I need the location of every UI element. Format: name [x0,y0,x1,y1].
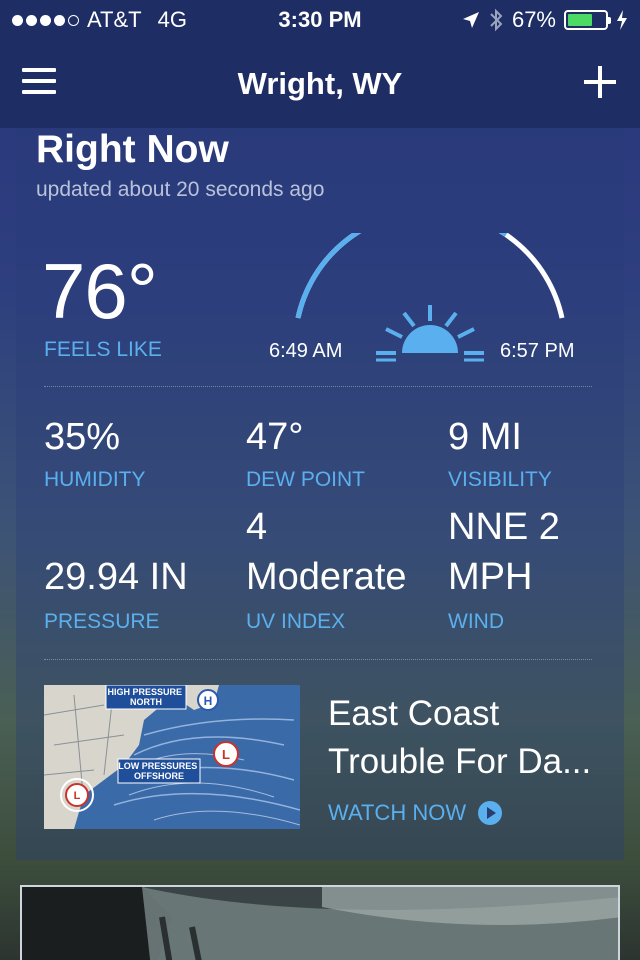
wind-label: WIND [448,610,504,633]
uv-index-label: UV INDEX [246,610,346,633]
divider [44,659,592,660]
play-circle-icon [478,801,503,825]
card-title: Right Now [36,128,229,171]
signal-strength-icon [12,14,79,26]
watch-now-button[interactable]: WATCH NOW [328,800,503,826]
pressure-label: PRESSURE [44,610,160,633]
carrier-name: AT&T [87,7,142,32]
divider [44,386,592,387]
visibility-value: 9 MI [448,416,522,458]
updated-text: updated about 20 seconds ago [36,178,325,201]
location-arrow-icon [462,12,479,28]
map-high-symbol: H [204,694,213,708]
uv-index-level: Moderate [246,556,407,598]
feels-like-label: FEELS LIKE [44,338,162,361]
pressure-value: 29.94 IN [44,556,188,598]
temperature-value: 76° [42,247,158,335]
bluetooth-icon [490,8,503,32]
map-low-symbol: L [222,747,230,762]
battery-percent: 67% [511,7,556,32]
nav-bar: Wright, WY [0,40,640,128]
sunset-time: 6:57 PM [500,340,575,362]
storm-photo [22,887,618,960]
humidity-value: 35% [44,416,121,458]
wind-direction-speed: NNE 2 [448,506,560,548]
hamburger-menu-icon[interactable] [22,68,56,96]
visibility-label: VISIBILITY [448,468,552,491]
status-bar: AT&T 4G 3:30 PM 67% [0,0,640,40]
news-headline[interactable]: East Coast Trouble For Da... [328,690,618,786]
sunrise-time: 6:49 AM [269,340,343,362]
battery-fill [568,14,593,26]
wind-unit: MPH [448,556,533,598]
right-now-card: Right Now updated about 20 seconds ago 7… [16,128,624,860]
watch-now-label: WATCH NOW [328,800,467,825]
news-video-thumbnail[interactable]: H L L HIGH PRESSURE NORTH LOW PRESSURES … [44,685,300,829]
dew-point-label: DEW POINT [246,468,365,491]
location-title[interactable]: Wright, WY [238,66,403,102]
network-type: 4G [157,7,187,32]
battery-icon [564,10,611,30]
humidity-label: HUMIDITY [44,468,146,491]
plus-icon[interactable] [584,66,616,98]
dew-point-value: 47° [246,416,304,458]
map-low-symbol-coast: L [74,790,81,802]
lightning-bolt-icon [617,10,627,30]
next-card-image[interactable] [20,885,620,960]
weather-map-image: H L L HIGH PRESSURE NORTH LOW PRESSURES … [44,685,300,829]
sun-icon [376,305,484,362]
uv-index-number: 4 [246,506,268,548]
